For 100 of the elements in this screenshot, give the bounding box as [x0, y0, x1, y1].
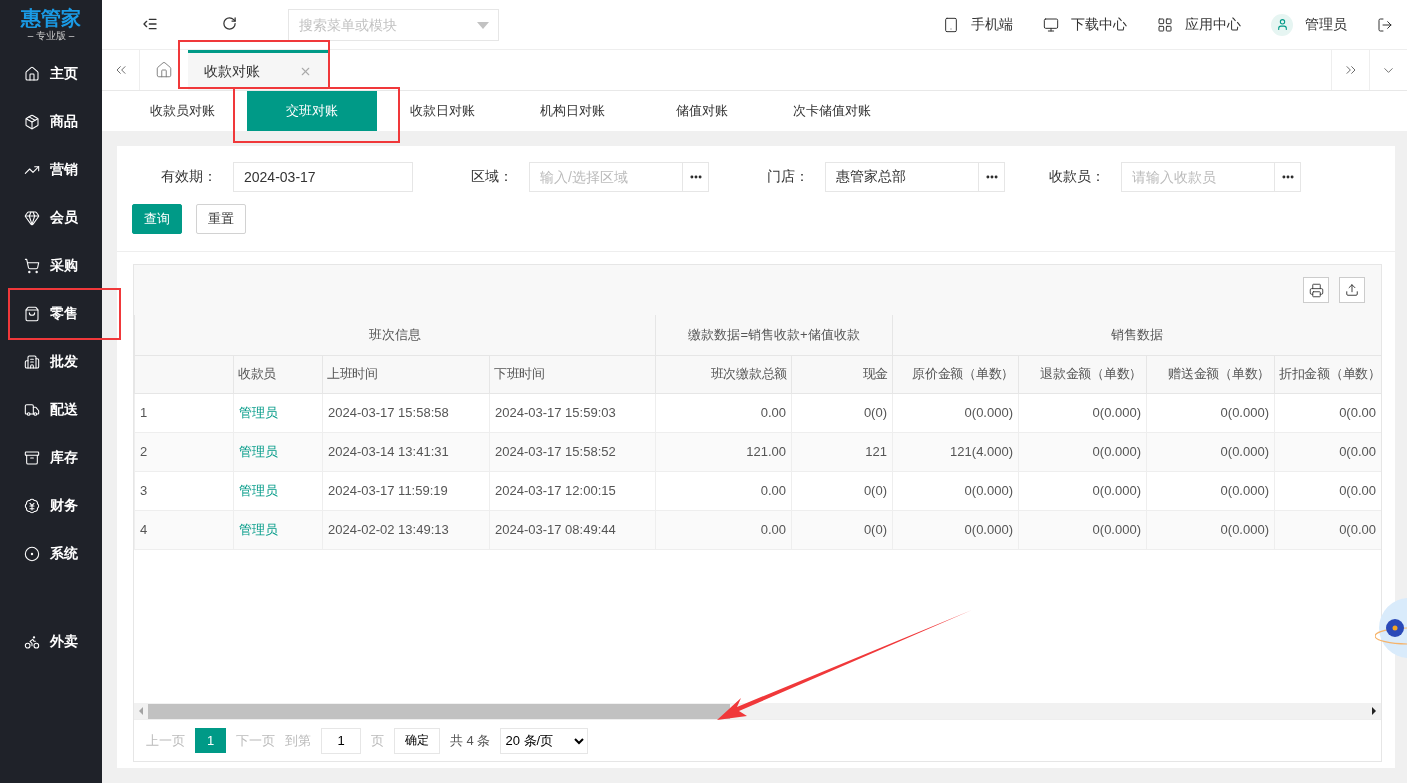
monitor-icon	[1043, 16, 1059, 33]
table-cell: 0.00	[655, 510, 792, 549]
more-button[interactable]	[1275, 162, 1301, 192]
grid-icon	[1157, 16, 1173, 33]
cashier-link[interactable]: 管理员	[233, 432, 323, 471]
sidebar-item[interactable]: 库存	[0, 434, 102, 482]
header-link[interactable]: 下载中心	[1043, 15, 1127, 34]
column-header: 上班时间	[322, 355, 490, 393]
sidebar-item[interactable]: 系统	[0, 530, 102, 578]
filter-label: 门店：	[766, 168, 809, 186]
close-icon[interactable]	[299, 65, 312, 78]
sidebar-item[interactable]: 外卖	[0, 618, 102, 666]
row-number: 2	[134, 432, 234, 471]
total-count: 共 4 条	[450, 731, 491, 750]
sub-tab[interactable]: 收款员对账	[117, 91, 247, 131]
sidebar-item[interactable]: 配送	[0, 386, 102, 434]
table-cell: 0(0)	[791, 393, 893, 432]
group-header: 班次信息	[134, 315, 656, 355]
table-cell: 0(0.000)	[892, 510, 1019, 549]
avatar-icon	[1271, 13, 1293, 36]
table-cell: 0(0.000)	[1146, 393, 1275, 432]
query-button[interactable]: 查询	[132, 204, 182, 234]
scroll-right-icon[interactable]	[1372, 707, 1376, 715]
table-cell: 0(0.000)	[1018, 510, 1147, 549]
table-cell: 121.00	[655, 432, 792, 471]
sidebar-item[interactable]: 商品	[0, 98, 102, 146]
logout-icon[interactable]	[1377, 16, 1393, 33]
phone-icon	[943, 16, 959, 33]
confirm-button[interactable]: 确定	[394, 727, 440, 754]
sub-tab[interactable]: 储值对账	[637, 91, 767, 131]
home-icon	[24, 66, 40, 82]
date-field[interactable]: 2024-03-17	[233, 162, 413, 192]
table-cell: 0(0.000)	[892, 393, 1019, 432]
print-button[interactable]	[1303, 277, 1329, 303]
sidebar-item[interactable]: 财务	[0, 482, 102, 530]
more-button[interactable]	[683, 162, 709, 192]
picker-field[interactable]: 惠管家总部	[825, 162, 979, 192]
search-field[interactable]: 搜索菜单或模块	[288, 8, 499, 41]
table-cell: 0.00	[655, 471, 792, 510]
sidebar-item[interactable]: 营销	[0, 146, 102, 194]
cashier-link[interactable]: 管理员	[233, 393, 323, 432]
table-cell: 2024-03-17 12:00:15	[489, 471, 656, 510]
scrollbar-thumb[interactable]	[148, 703, 730, 719]
sidebar-item[interactable]: 主页	[0, 50, 102, 98]
sub-tab[interactable]: 交班对账	[247, 91, 377, 131]
page-tab[interactable]: 收款对账	[188, 50, 328, 90]
sidebar-item[interactable]: 零售	[0, 290, 102, 338]
cashier-link[interactable]: 管理员	[233, 471, 323, 510]
filter-label: 有效期：	[160, 168, 217, 186]
horizontal-scrollbar[interactable]	[134, 703, 1381, 719]
refresh-icon	[222, 15, 237, 31]
sub-tab[interactable]: 收款日对账	[377, 91, 507, 131]
table-cell: 2024-03-17 15:58:58	[322, 393, 490, 432]
picker-field[interactable]: 输入/选择区域	[529, 162, 683, 192]
brand-edition: – 专业版 –	[27, 29, 75, 43]
page-input[interactable]: 1	[321, 727, 361, 754]
table-cell: 2024-03-17 11:59:19	[322, 471, 490, 510]
table-cell: 2024-03-17 15:59:03	[489, 393, 656, 432]
sidebar-item[interactable]: 采购	[0, 242, 102, 290]
table-cell: 0(0)	[791, 471, 893, 510]
column-header: 赠送金额（单数）	[1146, 355, 1275, 393]
cashier-link[interactable]: 管理员	[233, 510, 323, 549]
table-cell: 121(4.000)	[892, 432, 1019, 471]
assistant-icon[interactable]	[1375, 596, 1407, 660]
row-number: 1	[134, 393, 234, 432]
header-link[interactable]: 手机端	[943, 15, 1013, 34]
scroll-left-icon[interactable]	[139, 707, 143, 715]
table-cell: 2024-03-17 15:58:52	[489, 432, 656, 471]
table-cell: 2024-02-02 13:49:13	[322, 510, 490, 549]
yen-icon	[24, 498, 40, 514]
sub-tab[interactable]: 次卡储值对账	[767, 91, 897, 131]
sidebar-item[interactable]: 会员	[0, 194, 102, 242]
table-cell: 0(0.000)	[1018, 471, 1147, 510]
table-cell: 0(0.000)	[1146, 510, 1275, 549]
column-header: 收款员	[233, 355, 323, 393]
table-cell: 0(0.000)	[1146, 432, 1275, 471]
table-cell: 0(0.000)	[1018, 393, 1147, 432]
header-link[interactable]: 应用中心	[1157, 15, 1241, 34]
archive-icon	[24, 450, 40, 466]
reset-button[interactable]: 重置	[196, 204, 246, 234]
page-button[interactable]: 1	[195, 728, 226, 753]
brand-logo: 惠管家	[21, 7, 81, 29]
building-icon	[24, 354, 40, 370]
truck-icon	[24, 402, 40, 418]
picker-field[interactable]: 请输入收款员	[1121, 162, 1275, 192]
export-button[interactable]	[1339, 277, 1365, 303]
group-header: 缴款数据=销售收款+储值收款	[655, 315, 893, 355]
user-menu[interactable]: 管理员	[1271, 13, 1347, 36]
table-cell: 0(0.000)	[1146, 471, 1275, 510]
table-cell: 0(0.000)	[1018, 432, 1147, 471]
column-header: 原价金额（单数）	[892, 355, 1019, 393]
bag-icon	[24, 306, 40, 322]
column-header: 班次缴款总额	[655, 355, 792, 393]
box-icon	[24, 114, 40, 130]
sub-tab[interactable]: 机构日对账	[507, 91, 637, 131]
column-header: 折扣金额（单数）	[1274, 355, 1381, 393]
sidebar-item[interactable]: 批发	[0, 338, 102, 386]
page-size-select[interactable]: 20 条/页	[500, 727, 589, 754]
filter-label: 区域：	[470, 168, 513, 186]
more-button[interactable]	[979, 162, 1005, 192]
